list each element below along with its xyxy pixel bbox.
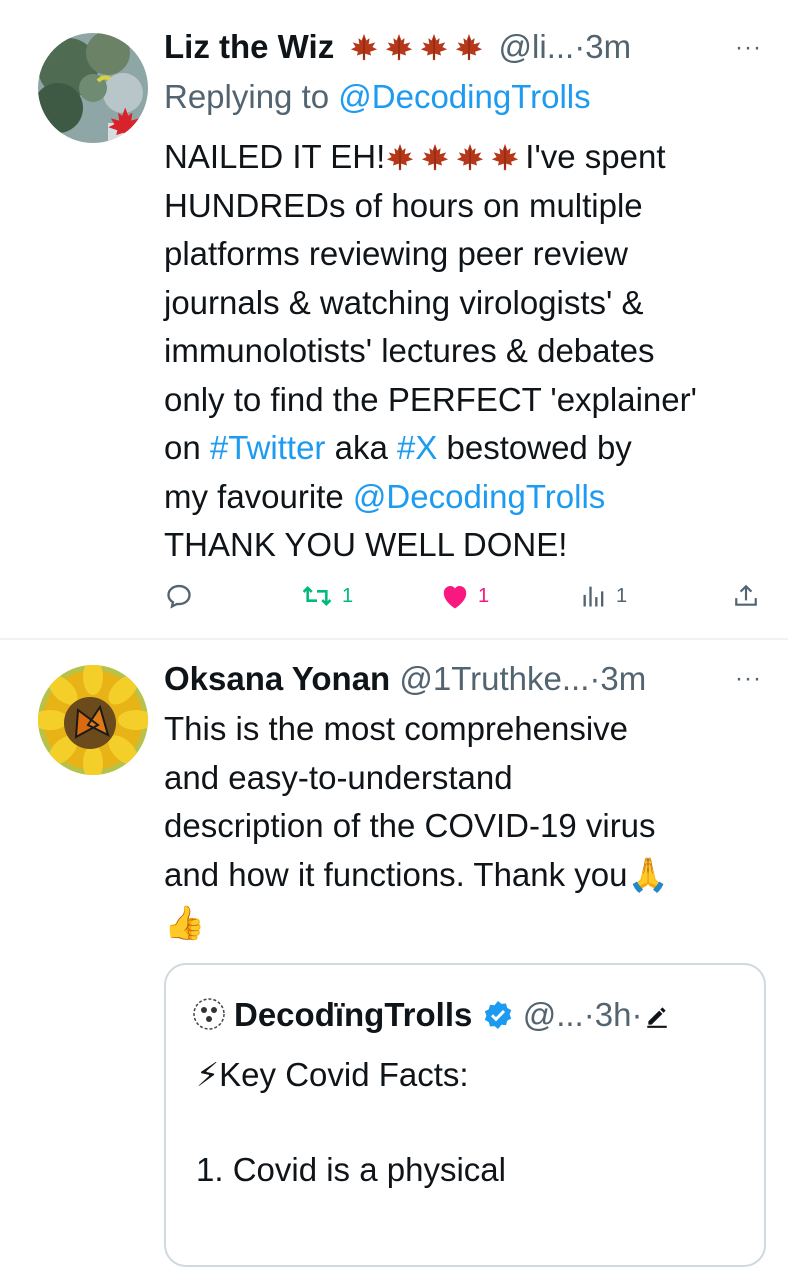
text-span: I've spent — [525, 138, 666, 175]
text-line: HUNDREDs of hours on multiple — [164, 186, 643, 224]
timestamp[interactable]: 3m — [600, 660, 646, 697]
text-span: on — [164, 429, 210, 466]
quoted-timestamp[interactable]: 3h — [595, 996, 632, 1033]
quoted-handle[interactable]: @... — [523, 996, 584, 1033]
replying-to: Replying to @DecodingTrolls — [164, 78, 591, 116]
text-span: aka — [325, 429, 397, 466]
tweet-liz[interactable]: Liz the Wiz @li...·3m ··· Replying to @D… — [0, 0, 788, 640]
more-icon[interactable]: ··· — [735, 34, 762, 62]
maple-leaf-icon — [385, 138, 525, 175]
reply-icon — [167, 584, 191, 609]
quoted-tweet[interactable]: DecodïngTrolls @...·3h· ⚡Key Covid Facts… — [164, 963, 766, 1267]
views-count: 1 — [616, 584, 628, 607]
text-line: 👍 — [164, 904, 206, 941]
tweet-text: NAILED IT EH! I've spent HUNDREDs of hour… — [164, 133, 697, 570]
text-line: description of the COVID-19 virus — [164, 807, 656, 844]
hashtag-x-link[interactable]: #X — [397, 429, 437, 466]
reply-button[interactable] — [165, 582, 193, 610]
tweet-header: Oksana Yonan @1Truthke...·3m — [164, 659, 646, 699]
separator-dot: · — [583, 996, 595, 1033]
replying-handle-link[interactable]: @DecodingTrolls — [338, 78, 590, 115]
text-span: bestowed by — [437, 429, 632, 466]
text-line: and easy-to-understand — [164, 758, 513, 796]
share-icon — [735, 584, 757, 606]
heart-icon — [443, 586, 467, 609]
display-name[interactable]: Oksana Yonan — [164, 660, 390, 697]
text-line: NAILED IT EH! I've spent — [164, 133, 697, 182]
retweet-icon — [302, 586, 332, 606]
views-icon — [583, 586, 604, 607]
hashtag-twitter-link[interactable]: #Twitter — [210, 429, 326, 466]
tweet-divider — [0, 638, 788, 640]
text-line: on #Twitter aka #X bestowed by — [164, 424, 697, 473]
edit-icon — [644, 998, 670, 1038]
tweet-actions: 1 1 1 — [0, 582, 788, 618]
quoted-text-line: 1. Covid is a physical — [196, 1151, 506, 1188]
separator-dot: · — [574, 28, 586, 65]
text-line: This is the most comprehensive — [164, 710, 629, 747]
quoted-text-line: ⚡Key Covid Facts: — [196, 1056, 469, 1093]
display-name[interactable]: Liz the Wiz — [164, 28, 334, 65]
text-line: journals & watching virologists' & — [164, 283, 644, 321]
tweet-text: This is the most comprehensive and easy-… — [164, 705, 669, 948]
handle[interactable]: @li... — [499, 28, 575, 65]
quoted-avatar[interactable] — [192, 997, 226, 1031]
text-span: my favourite — [164, 477, 353, 515]
text-line: only to find the PERFECT 'explainer' — [164, 380, 697, 418]
text-line: my favourite @DecodingTrolls — [164, 473, 697, 522]
quoted-display-name[interactable]: DecodïngTrolls — [234, 996, 472, 1033]
avatar[interactable] — [38, 665, 148, 775]
tweet-header: Liz the Wiz @li...·3m — [164, 27, 631, 67]
text-line: platforms reviewing peer review — [164, 235, 629, 272]
share-button[interactable] — [733, 582, 759, 610]
more-icon[interactable]: ··· — [735, 665, 762, 693]
like-count: 1 — [478, 584, 490, 607]
separator-dot: · — [589, 660, 601, 697]
text-line: and how it functions. Thank you🙏 — [164, 855, 669, 893]
views-button[interactable]: 1 — [580, 582, 627, 610]
maple-leaf-icon — [343, 28, 489, 65]
retweet-button[interactable]: 1 — [300, 582, 353, 610]
replying-prefix: Replying to — [164, 78, 339, 115]
mention-link[interactable]: @DecodingTrolls — [353, 478, 605, 515]
handle[interactable]: @1Truthke... — [399, 660, 589, 697]
timestamp[interactable]: 3m — [585, 28, 631, 65]
avatar[interactable] — [38, 33, 148, 143]
separator-dot: · — [631, 996, 643, 1033]
retweet-count: 1 — [342, 584, 354, 607]
like-button[interactable]: 1 — [440, 582, 489, 610]
text-line: THANK YOU WELL DONE! — [164, 526, 568, 563]
text-span: NAILED IT EH! — [164, 138, 386, 175]
verified-icon — [482, 999, 514, 1040]
text-line: immunolotists' lectures & debates — [164, 332, 655, 369]
quoted-tweet-header: DecodïngTrolls @...·3h· — [192, 995, 670, 1040]
